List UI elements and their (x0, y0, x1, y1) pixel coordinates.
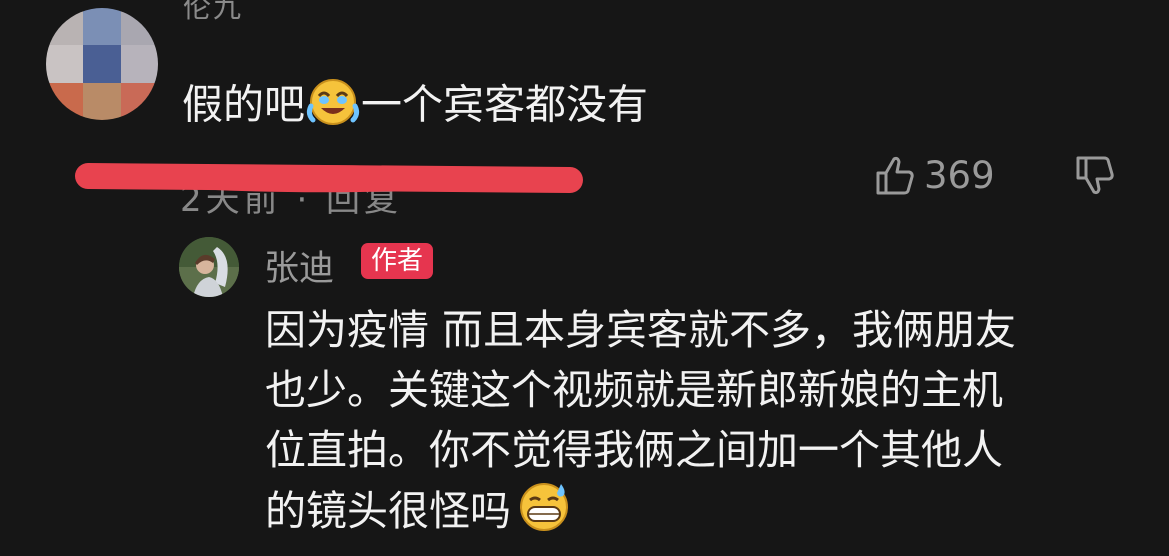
like-count: 369 (924, 154, 995, 197)
comment-text-part-1: 假的吧 (182, 80, 305, 129)
comment-username[interactable]: 伦九 (183, 0, 303, 26)
comment-text: 假的吧 一个宾客都没有 (182, 76, 648, 139)
thumbs-up-icon (876, 156, 914, 194)
like-button[interactable]: 369 (874, 154, 995, 197)
reply-line: 位直拍。你不觉得我俩之间加一个其他人 (265, 426, 1003, 474)
crying-laughing-emoji-icon (305, 76, 361, 139)
reply-avatar[interactable] (179, 237, 239, 297)
reply-line: 因为疫情 而且本身宾客就不多，我俩朋友 (265, 306, 1017, 354)
reply-text: 因为疫情 而且本身宾客就不多，我俩朋友 也少。关键这个视频就是新郎新娘的主机 位… (265, 300, 1145, 548)
grinning-sweat-emoji-icon (515, 480, 573, 548)
reply-username[interactable]: 张迪 (264, 240, 334, 291)
reply-line: 也少。关键这个视频就是新郎新娘的主机 (265, 366, 1003, 414)
avatar[interactable] (46, 8, 158, 120)
author-badge: 作者 (361, 243, 434, 279)
reply-line: 的镜头很怪吗 (265, 480, 1145, 548)
dislike-button[interactable] (1074, 154, 1116, 200)
comment-text-part-2: 一个宾客都没有 (361, 80, 648, 129)
reply-line-text: 的镜头很怪吗 (265, 487, 511, 535)
thumbs-down-icon (1076, 156, 1114, 195)
redaction-scribble (75, 163, 583, 193)
